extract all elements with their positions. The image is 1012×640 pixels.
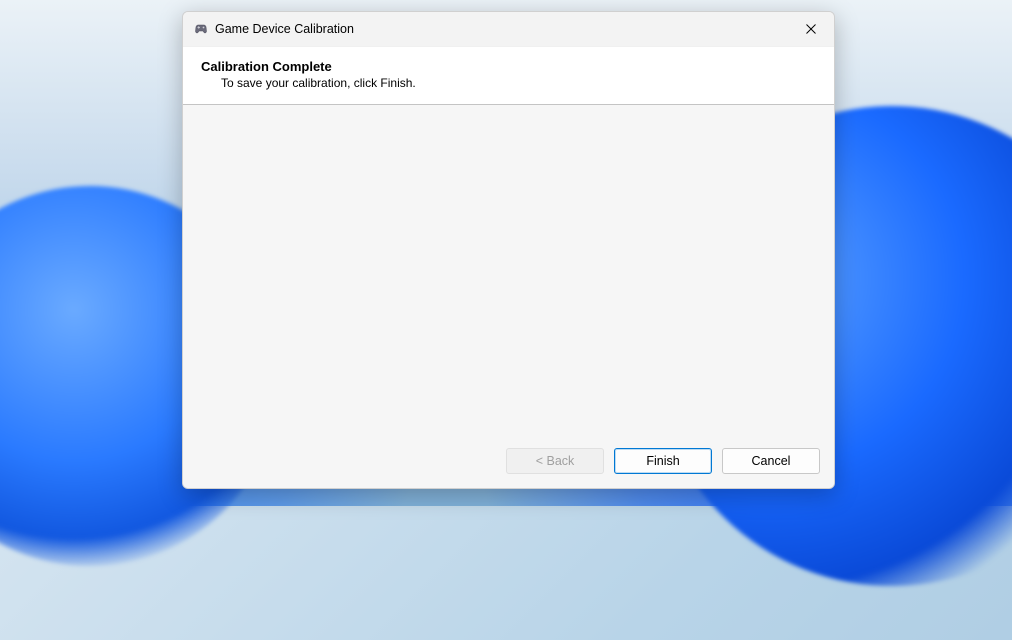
body-panel	[183, 105, 834, 436]
cancel-button-label: Cancel	[752, 454, 791, 468]
titlebar[interactable]: Game Device Calibration	[183, 12, 834, 46]
back-button: < Back	[506, 448, 604, 474]
close-button[interactable]	[788, 12, 834, 46]
window-title: Game Device Calibration	[215, 22, 788, 36]
header-panel: Calibration Complete To save your calibr…	[183, 46, 834, 105]
calibration-dialog: Game Device Calibration Calibration Comp…	[182, 11, 835, 489]
close-icon	[806, 24, 816, 34]
cancel-button[interactable]: Cancel	[722, 448, 820, 474]
game-device-icon	[193, 21, 209, 37]
header-subtitle: To save your calibration, click Finish.	[221, 76, 816, 90]
finish-button[interactable]: Finish	[614, 448, 712, 474]
button-row: < Back Finish Cancel	[183, 436, 834, 488]
header-title: Calibration Complete	[201, 59, 816, 74]
back-button-label: < Back	[536, 454, 575, 468]
finish-button-label: Finish	[646, 454, 679, 468]
